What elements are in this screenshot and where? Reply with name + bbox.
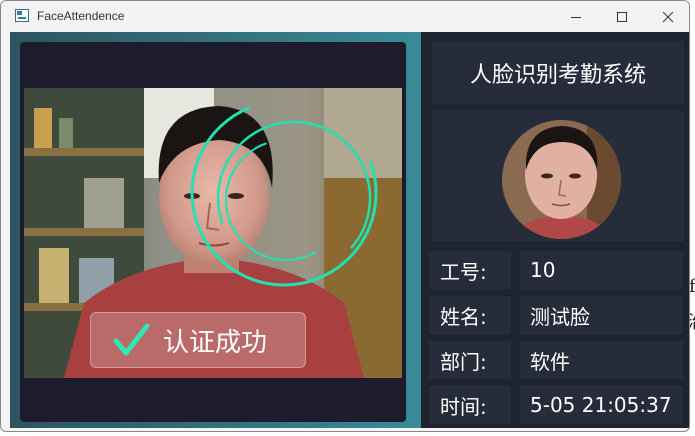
minimize-icon xyxy=(571,16,581,18)
checkmark-icon xyxy=(113,323,150,356)
close-button[interactable] xyxy=(645,1,689,32)
field-label: 姓名: xyxy=(429,296,511,334)
field-value: 5-05 21:05:37 xyxy=(520,386,683,424)
auth-result-box: 认证成功 xyxy=(90,312,306,368)
maximize-icon xyxy=(617,11,627,22)
avatar-image xyxy=(502,120,621,239)
field-row-department: 部门: 软件 xyxy=(429,341,683,379)
avatar xyxy=(502,120,621,239)
field-value: 测试脸 xyxy=(520,296,683,334)
minimize-button[interactable] xyxy=(553,1,599,32)
field-row-name: 姓名: 测试脸 xyxy=(429,296,683,334)
camera-panel: 认证成功 xyxy=(20,42,406,422)
main-content: 认证成功 人脸识别考勤系统 工号: 10 姓名: 测试脸 部门: 软件 时间: … xyxy=(10,32,689,428)
app-window: FaceAttendence 认证成功 人脸识别考勤系统 工号: 10 姓名: … xyxy=(0,0,690,432)
close-icon xyxy=(662,11,674,22)
avatar-container xyxy=(432,111,684,242)
camera-feed: 认证成功 xyxy=(24,88,402,378)
field-row-id: 工号: 10 xyxy=(429,251,683,289)
maximize-button[interactable] xyxy=(599,1,645,32)
field-label: 部门: xyxy=(429,341,511,379)
field-value: 10 xyxy=(520,251,683,289)
field-label: 工号: xyxy=(429,251,511,289)
title-bar[interactable]: FaceAttendence xyxy=(1,1,689,32)
field-row-time: 时间: 5-05 21:05:37 xyxy=(429,386,683,424)
field-value: 软件 xyxy=(520,341,683,379)
system-title: 人脸识别考勤系统 xyxy=(432,41,684,104)
field-label: 时间: xyxy=(429,386,511,424)
info-panel: 人脸识别考勤系统 工号: 10 姓名: 测试脸 部门: 软件 时间: 5-05 … xyxy=(421,32,689,428)
auth-result-text: 认证成功 xyxy=(163,327,268,358)
app-icon xyxy=(15,9,29,22)
window-title: FaceAttendence xyxy=(37,9,125,23)
